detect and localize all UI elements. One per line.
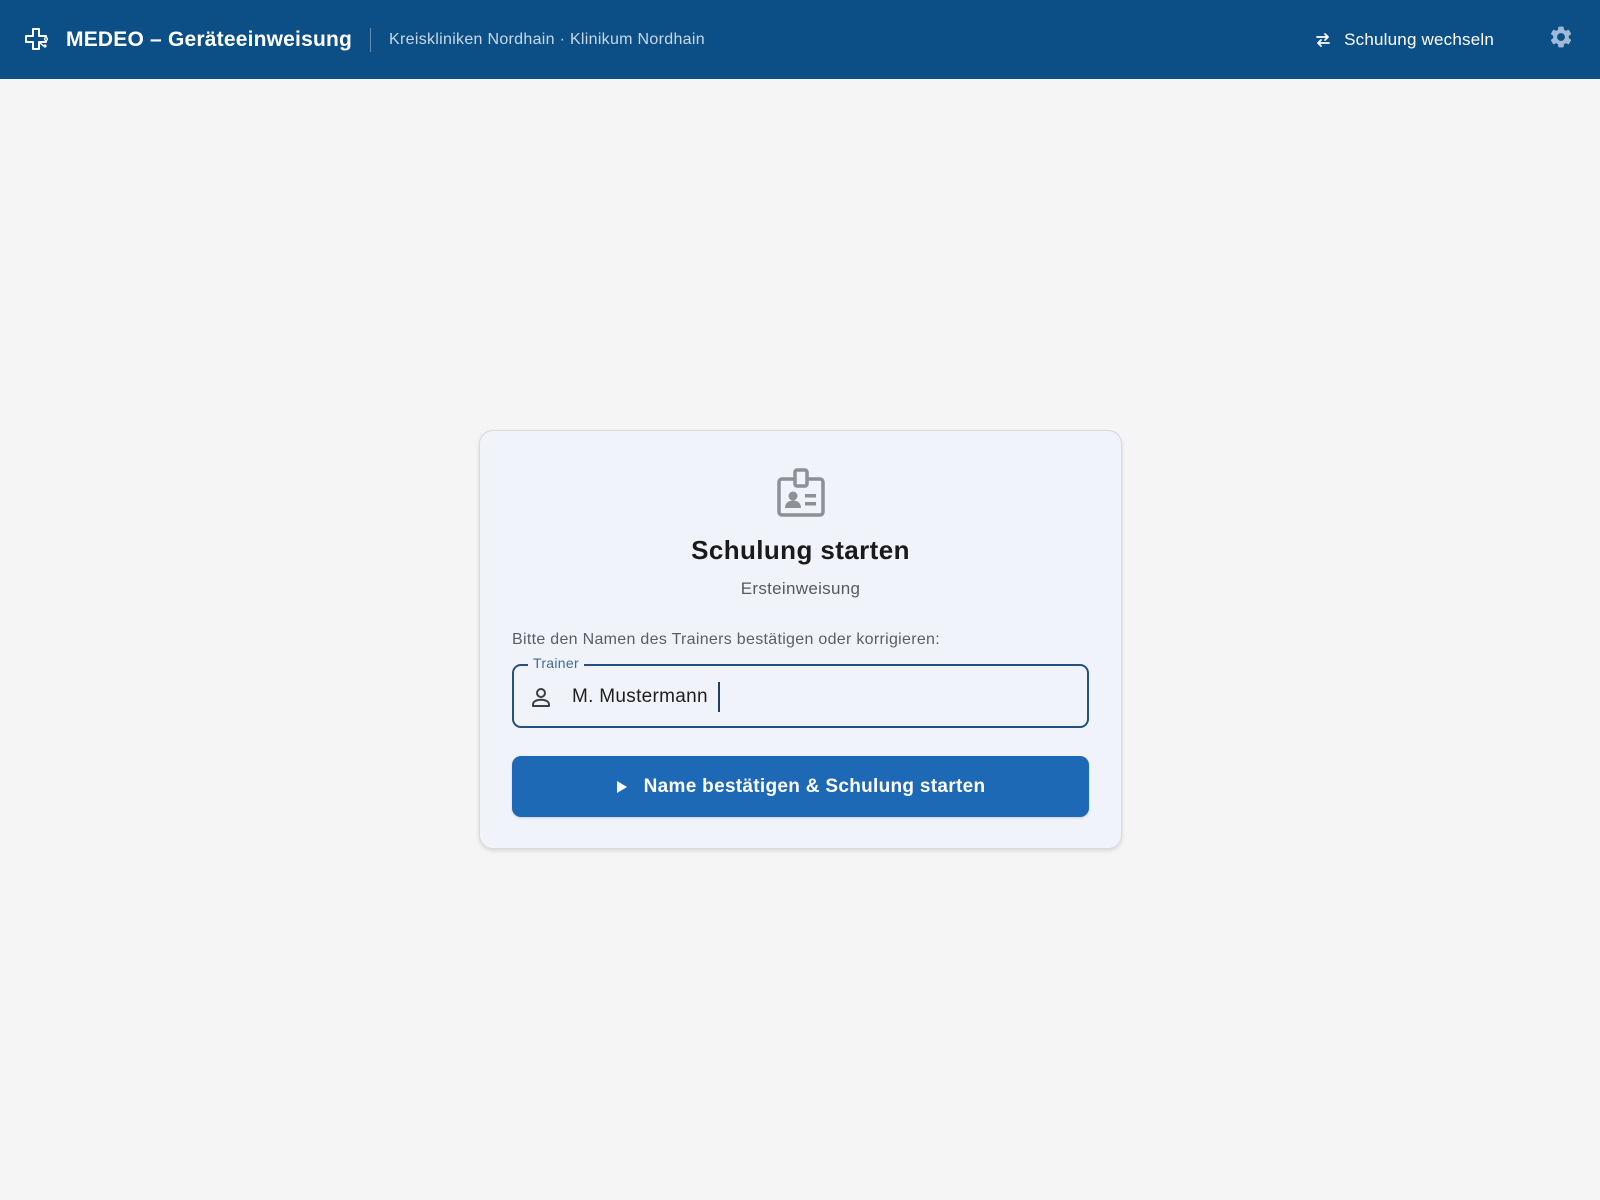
trainer-field[interactable]: Trainer	[512, 655, 1089, 728]
trainer-field-label: Trainer	[528, 655, 584, 671]
header-divider	[370, 27, 372, 52]
instruction-text: Bitte den Namen des Trainers bestätigen …	[512, 631, 940, 648]
switch-training-button[interactable]: Schulung wechseln	[1304, 22, 1504, 58]
id-badge-icon	[776, 467, 826, 519]
clinic-location: Kreiskliniken Nordhain · Klinikum Nordha…	[389, 30, 705, 48]
confirm-start-button[interactable]: Name bestätigen & Schulung starten	[512, 756, 1089, 817]
gear-icon	[1548, 24, 1574, 55]
confirm-start-label: Name bestätigen & Schulung starten	[643, 775, 986, 797]
swap-arrows-icon	[1314, 31, 1332, 49]
switch-training-label: Schulung wechseln	[1344, 29, 1494, 49]
card-title: Schulung starten	[691, 535, 910, 565]
medical-cross-circuit-icon	[24, 27, 50, 53]
app-title: MEDEO – Geräteeinweisung	[66, 27, 353, 51]
play-icon	[616, 779, 630, 795]
start-training-card: Schulung starten Ersteinweisung Bitte de…	[479, 430, 1122, 849]
app-header: MEDEO – Geräteeinweisung Kreiskliniken N…	[0, 0, 1600, 79]
settings-button[interactable]	[1546, 25, 1576, 55]
trainer-input[interactable]	[572, 679, 1072, 715]
person-icon	[530, 685, 552, 709]
text-cursor	[718, 682, 720, 712]
training-type: Ersteinweisung	[740, 579, 861, 598]
